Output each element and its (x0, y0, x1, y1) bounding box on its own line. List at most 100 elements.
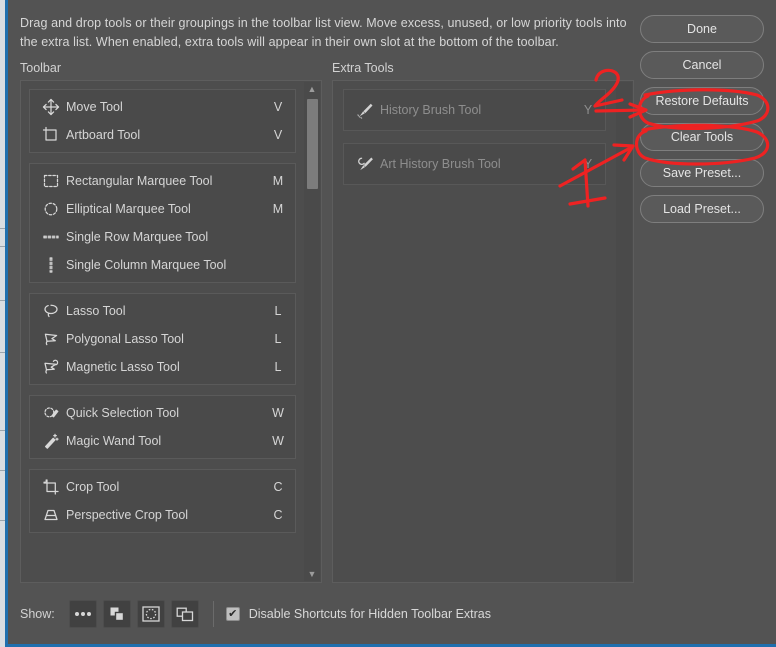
tool-group[interactable]: Move Tool V Artboard Tool V (29, 89, 296, 153)
tool-name: Crop Tool (66, 480, 120, 494)
tool-shortcut: V (273, 100, 283, 114)
tool-name: Magic Wand Tool (66, 434, 162, 448)
scroll-up-icon[interactable]: ▲ (304, 82, 320, 96)
done-button[interactable]: Done (640, 15, 764, 43)
tool-name: Move Tool (66, 100, 123, 114)
tool-shortcut: M (272, 202, 284, 216)
polygonal-lasso-tool-icon (36, 329, 66, 349)
scroll-down-icon[interactable]: ▼ (304, 567, 320, 581)
ellipsis-icon (74, 612, 91, 616)
tool-group[interactable]: Crop Tool C Perspective Crop Tool C (29, 469, 296, 533)
tool-name: Quick Selection Tool (66, 406, 180, 420)
scroll-down-icon[interactable] (616, 567, 632, 581)
clear-tools-button[interactable]: Clear Tools (640, 123, 764, 151)
extra-tool-row[interactable]: Art History Brush Tool Y (344, 150, 605, 178)
footer-bar: Show: ✔ Disable Shortcuts for Hidden Too… (20, 600, 491, 628)
foreground-background-color-icon-button[interactable] (102, 600, 131, 628)
quick-mask-icon-button[interactable] (136, 600, 165, 628)
history-brush-tool-icon (350, 100, 380, 120)
tool-shortcut: W (272, 406, 284, 420)
tool-shortcut: Y (583, 157, 593, 171)
tool-shortcut: Y (583, 103, 593, 117)
tool-shortcut: L (274, 332, 282, 346)
tool-name: Single Row Marquee Tool (66, 230, 209, 244)
ellipsis-icon-button[interactable] (68, 600, 97, 628)
tool-name: Perspective Crop Tool (66, 508, 189, 522)
toolbar-list-panel: Move Tool V Artboard Tool V Rectangular Ma… (20, 80, 322, 583)
scrollbar-thumb[interactable] (307, 99, 318, 189)
cancel-button[interactable]: Cancel (640, 51, 764, 79)
tool-row[interactable]: Magic Wand Tool W (30, 427, 295, 455)
quick-selection-tool-icon (36, 403, 66, 423)
extra-tool-group[interactable]: History Brush Tool Y (343, 89, 606, 131)
rectangular-marquee-tool-icon (36, 171, 66, 191)
extra-tools-column-label: Extra Tools (332, 61, 394, 75)
toolbar-customization-dialog: Drag and drop tools or their groupings i… (0, 0, 776, 647)
tool-row[interactable]: Elliptical Marquee Tool M (30, 195, 295, 223)
toolbar-tool-list[interactable]: Move Tool V Artboard Tool V Rectangular Ma… (21, 81, 304, 582)
disable-shortcuts-checkbox[interactable]: ✔ Disable Shortcuts for Hidden Toolbar E… (225, 607, 491, 621)
tool-row[interactable]: Single Row Marquee Tool (30, 223, 295, 251)
scroll-up-icon[interactable] (616, 82, 632, 96)
background-app-strip (0, 0, 8, 647)
save-preset-button[interactable]: Save Preset... (640, 159, 764, 187)
load-preset-button[interactable]: Load Preset... (640, 195, 764, 223)
magic-wand-tool-icon (36, 431, 66, 451)
screen-mode-icon-button[interactable] (170, 600, 199, 628)
show-label: Show: (20, 607, 55, 621)
restore-defaults-button[interactable]: Restore Defaults (640, 87, 764, 115)
tool-name: Rectangular Marquee Tool (66, 174, 213, 188)
magnetic-lasso-tool-icon (36, 357, 66, 377)
extra-tool-row[interactable]: History Brush Tool Y (344, 96, 605, 124)
tool-group[interactable]: Lasso Tool L Polygonal Lasso Tool L Magnet… (29, 293, 296, 385)
tool-row[interactable]: Magnetic Lasso Tool L (30, 353, 295, 381)
art-history-brush-tool-icon (350, 154, 380, 174)
tool-shortcut: C (273, 480, 283, 494)
tool-group[interactable]: Quick Selection Tool W Magic Wand Tool W (29, 395, 296, 459)
single-row-marquee-tool-icon (36, 227, 66, 247)
tool-name: Art History Brush Tool (380, 157, 501, 171)
tool-name: Artboard Tool (66, 128, 141, 142)
elliptical-marquee-tool-icon (36, 199, 66, 219)
foreground-background-color-icon (110, 607, 124, 622)
tool-row[interactable]: Lasso Tool L (30, 297, 295, 325)
tool-row[interactable]: Perspective Crop Tool C (30, 501, 295, 529)
tool-row[interactable]: Polygonal Lasso Tool L (30, 325, 295, 353)
single-column-marquee-tool-icon (36, 255, 66, 275)
tool-row[interactable]: Quick Selection Tool W (30, 399, 295, 427)
tool-shortcut: L (274, 360, 282, 374)
dialog-body: Drag and drop tools or their groupings i… (8, 0, 776, 647)
quick-mask-icon (142, 606, 160, 622)
tool-name: Single Column Marquee Tool (66, 258, 227, 272)
crop-tool-icon (36, 477, 66, 497)
extra-tools-scrollbar[interactable] (616, 82, 632, 581)
tool-row[interactable]: Move Tool V (30, 93, 295, 121)
tool-row[interactable]: Rectangular Marquee Tool M (30, 167, 295, 195)
disable-shortcuts-label: Disable Shortcuts for Hidden Toolbar Ext… (248, 607, 491, 621)
move-tool-icon (36, 97, 66, 117)
tool-shortcut: C (273, 508, 283, 522)
tool-name: Polygonal Lasso Tool (66, 332, 184, 346)
extra-tools-panel: History Brush Tool Y Art History Brush To… (332, 80, 634, 583)
toolbar-column-label: Toolbar (20, 61, 61, 75)
tool-shortcut: V (273, 128, 283, 142)
extra-tools-list[interactable]: History Brush Tool Y Art History Brush To… (333, 81, 616, 582)
toolbar-list-scrollbar[interactable]: ▲ ▼ (304, 82, 320, 581)
tool-shortcut: M (272, 174, 284, 188)
tool-row[interactable]: Crop Tool C (30, 473, 295, 501)
extra-tool-group[interactable]: Art History Brush Tool Y (343, 143, 606, 185)
footer-separator (212, 601, 214, 627)
tool-name: Elliptical Marquee Tool (66, 202, 191, 216)
tool-shortcut: W (272, 434, 284, 448)
lasso-tool-icon (36, 301, 66, 321)
tool-row[interactable]: Single Column Marquee Tool (30, 251, 295, 279)
tool-name: Lasso Tool (66, 304, 126, 318)
tool-group[interactable]: Rectangular Marquee Tool M Elliptical Mar… (29, 163, 296, 283)
artboard-tool-icon (36, 125, 66, 145)
dialog-description: Drag and drop tools or their groupings i… (20, 16, 627, 49)
tool-shortcut: L (274, 304, 282, 318)
dialog-button-column: Done Cancel Restore Defaults Clear Tools… (640, 15, 768, 231)
tool-name: History Brush Tool (380, 103, 482, 117)
checkbox-box[interactable]: ✔ (225, 607, 240, 621)
tool-row[interactable]: Artboard Tool V (30, 121, 295, 149)
